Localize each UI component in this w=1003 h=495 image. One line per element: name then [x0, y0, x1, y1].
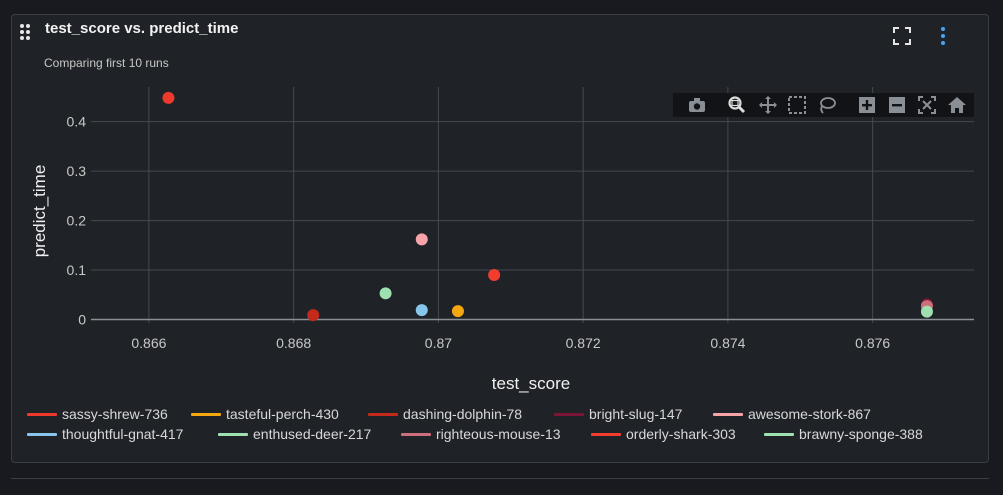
x-tick-label: 0.874 [710, 335, 745, 351]
y-axis-label: predict_time [30, 165, 49, 258]
lasso-select-icon[interactable] [817, 95, 837, 115]
data-points [162, 91, 933, 322]
y-tick-label: 0.2 [67, 213, 87, 229]
grid-layer [91, 87, 974, 323]
camera-icon[interactable] [687, 95, 707, 115]
legend-item-bright-slug-147[interactable]: bright-slug-147 [554, 404, 682, 424]
legend-item-awesome-stork-867[interactable]: awesome-stork-867 [713, 404, 871, 424]
legend-swatch [591, 432, 621, 436]
data-point-sassy-shrew-736[interactable] [162, 91, 175, 104]
legend-label: orderly-shark-303 [626, 426, 736, 442]
legend-label: tasteful-perch-430 [226, 406, 339, 422]
data-point-awesome-stork-867[interactable] [415, 233, 428, 246]
chart-legend: sassy-shrew-736 tasteful-perch-430 dashing… [27, 404, 977, 446]
legend-label: enthused-deer-217 [253, 426, 372, 442]
legend-label: thoughtful-gnat-417 [62, 426, 184, 442]
legend-item-tasteful-perch-430[interactable]: tasteful-perch-430 [191, 404, 339, 424]
autoscale-icon[interactable] [917, 95, 937, 115]
legend-swatch [713, 412, 743, 416]
x-tick-label: 0.876 [855, 335, 890, 351]
legend-item-brawny-sponge-388[interactable]: brawny-sponge-388 [764, 424, 923, 444]
legend-label: righteous-mouse-13 [436, 426, 561, 442]
data-point-thoughtful-gnat-417[interactable] [415, 304, 428, 317]
legend-item-enthused-deer-217[interactable]: enthused-deer-217 [218, 424, 371, 444]
legend-label: dashing-dolphin-78 [403, 406, 523, 422]
x-tick-label: 0.872 [566, 335, 601, 351]
legend-item-dashing-dolphin-78[interactable]: dashing-dolphin-78 [368, 404, 522, 424]
plot-modebar [673, 93, 974, 117]
data-point-orderly-shark-303[interactable] [488, 269, 501, 282]
legend-label: brawny-sponge-388 [799, 426, 923, 442]
legend-item-sassy-shrew-736[interactable]: sassy-shrew-736 [27, 404, 168, 424]
box-select-icon[interactable] [787, 95, 807, 115]
zoom-out-icon[interactable] [887, 95, 907, 115]
legend-swatch [401, 432, 431, 436]
data-point-brawny-sponge-388[interactable] [920, 305, 933, 318]
legend-swatch [27, 432, 57, 436]
y-tick-label: 0.4 [67, 114, 87, 130]
y-tick-label: 0.3 [67, 163, 87, 179]
legend-swatch [191, 412, 221, 416]
y-tick-label: 0.1 [67, 262, 87, 278]
legend-swatch [764, 432, 794, 436]
legend-swatch [368, 412, 398, 416]
data-point-dashing-dolphin-78[interactable] [307, 309, 320, 322]
legend-label: awesome-stork-867 [748, 406, 871, 422]
y-tick-label: 0 [78, 312, 86, 328]
tick-labels: 0.866 0.868 0.87 0.872 0.874 0.876 0 0.1 0.2 0.3 0… [67, 114, 891, 351]
legend-item-righteous-mouse-13[interactable]: righteous-mouse-13 [401, 424, 561, 444]
legend-swatch [218, 432, 248, 436]
legend-item-orderly-shark-303[interactable]: orderly-shark-303 [591, 424, 736, 444]
x-axis-label: test_score [492, 374, 570, 393]
x-tick-label: 0.87 [425, 335, 452, 351]
pan-icon[interactable] [758, 95, 778, 115]
legend-item-thoughtful-gnat-417[interactable]: thoughtful-gnat-417 [27, 424, 183, 444]
legend-swatch [554, 412, 584, 416]
legend-label: bright-slug-147 [589, 406, 683, 422]
data-point-tasteful-perch-430[interactable] [451, 305, 464, 318]
legend-swatch [27, 412, 57, 416]
x-tick-label: 0.868 [276, 335, 311, 351]
reset-axes-icon[interactable] [947, 95, 967, 115]
legend-label: sassy-shrew-736 [62, 406, 168, 422]
data-point-enthused-deer-217[interactable] [379, 287, 392, 300]
zoom-in-icon[interactable] [857, 95, 877, 115]
x-tick-label: 0.866 [131, 335, 166, 351]
zoom-icon[interactable] [727, 95, 747, 115]
